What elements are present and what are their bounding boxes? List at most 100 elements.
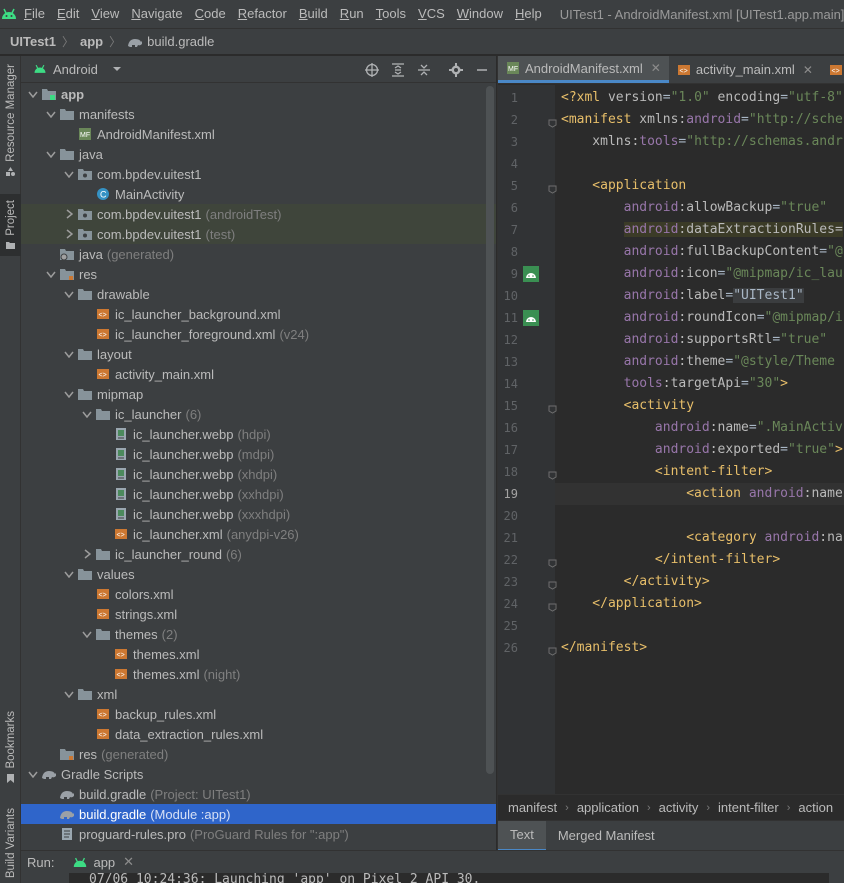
tree-row[interactable]: mipmap	[21, 384, 496, 404]
menu-run[interactable]: Run	[334, 0, 370, 28]
editor-crumb-manifest[interactable]: manifest	[508, 800, 557, 815]
editor-gutter[interactable]: 1 2 3 4 5 6 7 8 9 10 11 12 13 14 15 16 17 18 19 20 21 22 23 24 2…	[498, 85, 582, 820]
tree-row[interactable]: proguard-rules.pro (ProGuard Rules for ":…	[21, 824, 496, 844]
tree-row[interactable]: ic_launcher.webp (xxhdpi)	[21, 484, 496, 504]
tree-row[interactable]: ic_launcher.webp (mdpi)	[21, 444, 496, 464]
chevron-right-icon[interactable]	[61, 224, 77, 244]
run-tab-app[interactable]: app ✕	[72, 854, 134, 870]
tree-row[interactable]: <> ic_launcher.xml (anydpi-v26)	[21, 524, 496, 544]
breadcrumb-project[interactable]: UITest1	[10, 34, 56, 49]
collapse-all-icon[interactable]	[416, 62, 432, 78]
tree-row[interactable]: ic_launcher.webp (hdpi)	[21, 424, 496, 444]
tree-row[interactable]: MF AndroidManifest.xml	[21, 124, 496, 144]
code-area[interactable]: <?xml version="1.0" encoding="utf-8"?><m…	[555, 85, 844, 820]
tree-row[interactable]: <> activity_main.xml	[21, 364, 496, 384]
project-view-selector[interactable]: Android	[33, 62, 122, 77]
tree-row[interactable]: build.gradle (Project: UITest1)	[21, 784, 496, 804]
tree-row[interactable]: drawable	[21, 284, 496, 304]
chevron-down-icon[interactable]	[43, 264, 59, 284]
tree-row[interactable]: <> ic_launcher_foreground.xml (v24)	[21, 324, 496, 344]
tree-row[interactable]: com.bpdev.uitest1	[21, 164, 496, 184]
tool-tab-resource-manager[interactable]: Resource Manager	[0, 64, 21, 181]
close-icon[interactable]: ✕	[123, 854, 134, 870]
menu-help[interactable]: Help	[509, 0, 548, 28]
chevron-down-icon[interactable]	[61, 164, 77, 184]
menu-file[interactable]: File	[18, 0, 51, 28]
close-icon[interactable]: ✕	[803, 63, 813, 77]
menu-window[interactable]: Window	[451, 0, 509, 28]
chevron-down-icon[interactable]	[61, 284, 77, 304]
close-icon[interactable]: ✕	[651, 61, 661, 75]
tree-row[interactable]: com.bpdev.uitest1 (test)	[21, 224, 496, 244]
tree-row[interactable]: res	[21, 264, 496, 284]
run-console[interactable]: 07/06 10:24:36: Launching 'app' on Pixel…	[69, 873, 829, 883]
chevron-right-icon[interactable]	[61, 204, 77, 224]
editor-tab-androidmanifest[interactable]: MF AndroidManifest.xml ✕	[498, 56, 669, 83]
tab-merged-manifest[interactable]: Merged Manifest	[546, 821, 667, 851]
tree-row[interactable]: themes (2)	[21, 624, 496, 644]
chevron-down-icon[interactable]	[25, 84, 41, 104]
tree-row[interactable]: C MainActivity	[21, 184, 496, 204]
tree-row[interactable]: <> themes.xml	[21, 644, 496, 664]
chevron-down-icon[interactable]	[43, 104, 59, 124]
tree-row[interactable]: values	[21, 564, 496, 584]
tree-row[interactable]: ic_launcher_round (6)	[21, 544, 496, 564]
project-tree-scrollbar[interactable]	[486, 86, 494, 774]
editor-crumb-intent-filter[interactable]: intent-filter	[718, 800, 779, 815]
chevron-down-icon[interactable]	[25, 764, 41, 784]
tree-row[interactable]: java (generated)	[21, 244, 496, 264]
code-line: <manifest xmlns:android="http://sche	[561, 109, 843, 131]
chevron-right-icon[interactable]	[79, 544, 95, 564]
tool-tab-build-variants[interactable]: Build Variants	[0, 808, 21, 878]
tool-tab-bookmarks[interactable]: Bookmarks	[0, 711, 21, 788]
tree-row[interactable]: app	[21, 84, 496, 104]
crosshair-icon[interactable]	[364, 62, 380, 78]
editor-crumb-activity[interactable]: activity	[659, 800, 699, 815]
tree-row[interactable]: layout	[21, 344, 496, 364]
chevron-down-icon[interactable]	[61, 564, 77, 584]
chevron-down-icon[interactable]	[61, 384, 77, 404]
tree-row[interactable]: com.bpdev.uitest1 (androidTest)	[21, 204, 496, 224]
tree-row[interactable]: build.gradle (Module :app)	[21, 804, 496, 824]
editor-tab-strings[interactable]: <> str	[821, 56, 844, 83]
tree-row[interactable]: manifests	[21, 104, 496, 124]
tree-row[interactable]: <> data_extraction_rules.xml	[21, 724, 496, 744]
chevron-down-icon[interactable]	[43, 144, 59, 164]
tree-row[interactable]: <> strings.xml	[21, 604, 496, 624]
menu-navigate[interactable]: Navigate	[125, 0, 188, 28]
menu-build[interactable]: Build	[293, 0, 334, 28]
chevron-down-icon[interactable]	[79, 624, 95, 644]
tree-row[interactable]: Gradle Scripts	[21, 764, 496, 784]
editor-crumb-action[interactable]: action	[798, 800, 833, 815]
tree-row[interactable]: ic_launcher.webp (xxxhdpi)	[21, 504, 496, 524]
tree-row[interactable]: <> backup_rules.xml	[21, 704, 496, 724]
breadcrumb-module[interactable]: app	[80, 34, 103, 49]
chevron-down-icon[interactable]	[61, 344, 77, 364]
menu-vcs[interactable]: VCS	[412, 0, 451, 28]
chevron-down-icon[interactable]	[79, 404, 95, 424]
menu-tools[interactable]: Tools	[370, 0, 412, 28]
tree-row[interactable]: res (generated)	[21, 744, 496, 764]
tree-row[interactable]: ic_launcher (6)	[21, 404, 496, 424]
tree-row[interactable]: xml	[21, 684, 496, 704]
tree-row[interactable]: java	[21, 144, 496, 164]
tree-row[interactable]: <> themes.xml (night)	[21, 664, 496, 684]
menu-refactor[interactable]: Refactor	[232, 0, 293, 28]
editor-crumb-application[interactable]: application	[577, 800, 639, 815]
tree-row[interactable]: <> colors.xml	[21, 584, 496, 604]
tab-text[interactable]: Text	[498, 820, 546, 851]
gear-icon[interactable]	[448, 62, 464, 78]
tree-row[interactable]: <> ic_launcher_background.xml	[21, 304, 496, 324]
tree-row[interactable]: ic_launcher.webp (xhdpi)	[21, 464, 496, 484]
expand-all-icon[interactable]	[390, 62, 406, 78]
android-resource-icon[interactable]	[523, 266, 539, 282]
menu-code[interactable]: Code	[189, 0, 232, 28]
menu-edit[interactable]: Edit	[51, 0, 85, 28]
android-resource-icon[interactable]	[523, 310, 539, 326]
chevron-down-icon[interactable]	[61, 684, 77, 704]
menu-view[interactable]: View	[85, 0, 125, 28]
minimize-icon[interactable]	[474, 62, 490, 78]
editor-tab-activity-main[interactable]: <> activity_main.xml ✕	[669, 56, 821, 83]
tool-tab-project[interactable]: Project	[0, 194, 21, 256]
breadcrumb-file[interactable]: build.gradle	[147, 34, 214, 49]
